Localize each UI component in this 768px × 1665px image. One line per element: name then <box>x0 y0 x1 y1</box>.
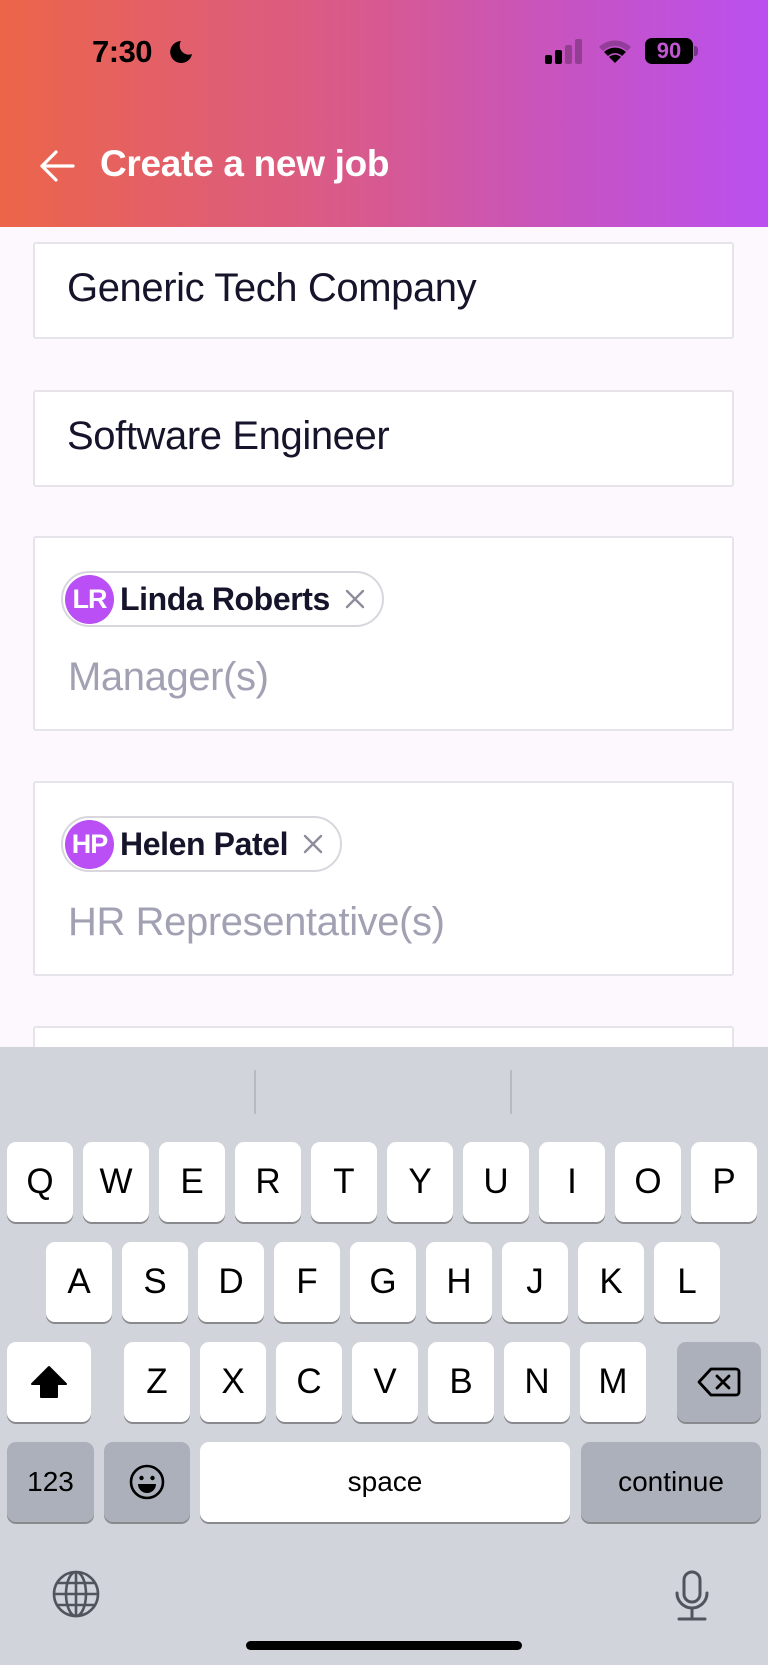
key-n[interactable]: N <box>504 1342 570 1422</box>
continue-key[interactable]: continue <box>581 1442 761 1522</box>
job-title-value: Software Engineer <box>67 414 390 458</box>
hr-rep-chip[interactable]: HP Helen Patel <box>61 816 343 872</box>
space-key[interactable]: space <box>200 1442 570 1522</box>
key-p[interactable]: P <box>691 1142 757 1222</box>
suggestion-divider <box>254 1070 256 1114</box>
key-j[interactable]: J <box>502 1242 568 1322</box>
moon-icon <box>170 41 192 63</box>
numbers-key[interactable]: 123 <box>7 1442 94 1522</box>
close-icon[interactable] <box>302 833 324 855</box>
key-i[interactable]: I <box>539 1142 605 1222</box>
close-icon[interactable] <box>344 588 366 610</box>
chip-name: Linda Roberts <box>120 580 330 617</box>
avatar: LR <box>65 574 114 624</box>
wifi-icon <box>599 40 631 63</box>
key-z[interactable]: Z <box>124 1342 190 1422</box>
key-q[interactable]: Q <box>7 1142 73 1222</box>
key-y[interactable]: Y <box>387 1142 453 1222</box>
key-k[interactable]: K <box>578 1242 644 1322</box>
job-title-field[interactable]: Software Engineer <box>33 390 734 487</box>
status-time: 7:30 <box>92 34 153 69</box>
shift-key[interactable] <box>7 1342 91 1422</box>
key-f[interactable]: F <box>274 1242 340 1322</box>
key-v[interactable]: V <box>352 1342 418 1422</box>
key-r[interactable]: R <box>235 1142 301 1222</box>
chip-name: Helen Patel <box>120 825 289 862</box>
key-s[interactable]: S <box>122 1242 188 1322</box>
emoji-key[interactable] <box>104 1442 190 1522</box>
key-h[interactable]: H <box>426 1242 492 1322</box>
microphone-icon[interactable] <box>672 1569 712 1623</box>
emoji-icon <box>129 1464 165 1500</box>
globe-icon[interactable] <box>51 1569 101 1619</box>
signal-icon <box>545 39 582 64</box>
home-indicator[interactable] <box>246 1641 522 1650</box>
battery-tip <box>694 46 698 56</box>
key-e[interactable]: E <box>159 1142 225 1222</box>
key-l[interactable]: L <box>654 1242 720 1322</box>
shift-icon <box>31 1366 67 1398</box>
hr-reps-placeholder: HR Representative(s) <box>68 900 445 944</box>
key-t[interactable]: T <box>311 1142 377 1222</box>
hr-reps-field[interactable]: HP Helen Patel HR Representative(s) <box>33 781 734 976</box>
avatar: HP <box>65 819 114 869</box>
keyboard: QWERTYUIOP ASDFGHJKL ZXCVBNM 123 space c… <box>0 1047 768 1665</box>
key-a[interactable]: A <box>46 1242 112 1322</box>
page-title: Create a new job <box>100 143 390 184</box>
managers-placeholder: Manager(s) <box>68 655 269 699</box>
key-b[interactable]: B <box>428 1342 494 1422</box>
manager-chip[interactable]: LR Linda Roberts <box>61 571 384 627</box>
company-field[interactable]: Generic Tech Company <box>33 242 734 339</box>
key-w[interactable]: W <box>83 1142 149 1222</box>
back-arrow-icon[interactable] <box>38 148 76 184</box>
app-header: 7:30 90 Create a new job <box>0 0 768 227</box>
key-d[interactable]: D <box>198 1242 264 1322</box>
suggestion-divider <box>510 1070 512 1114</box>
battery-icon: 90 <box>645 38 693 64</box>
key-x[interactable]: X <box>200 1342 266 1422</box>
key-o[interactable]: O <box>615 1142 681 1222</box>
key-c[interactable]: C <box>276 1342 342 1422</box>
managers-field[interactable]: LR Linda Roberts Manager(s) <box>33 536 734 731</box>
backspace-key[interactable] <box>677 1342 761 1422</box>
key-g[interactable]: G <box>350 1242 416 1322</box>
key-u[interactable]: U <box>463 1142 529 1222</box>
key-m[interactable]: M <box>580 1342 646 1422</box>
company-value: Generic Tech Company <box>67 266 477 310</box>
backspace-icon <box>697 1367 741 1397</box>
